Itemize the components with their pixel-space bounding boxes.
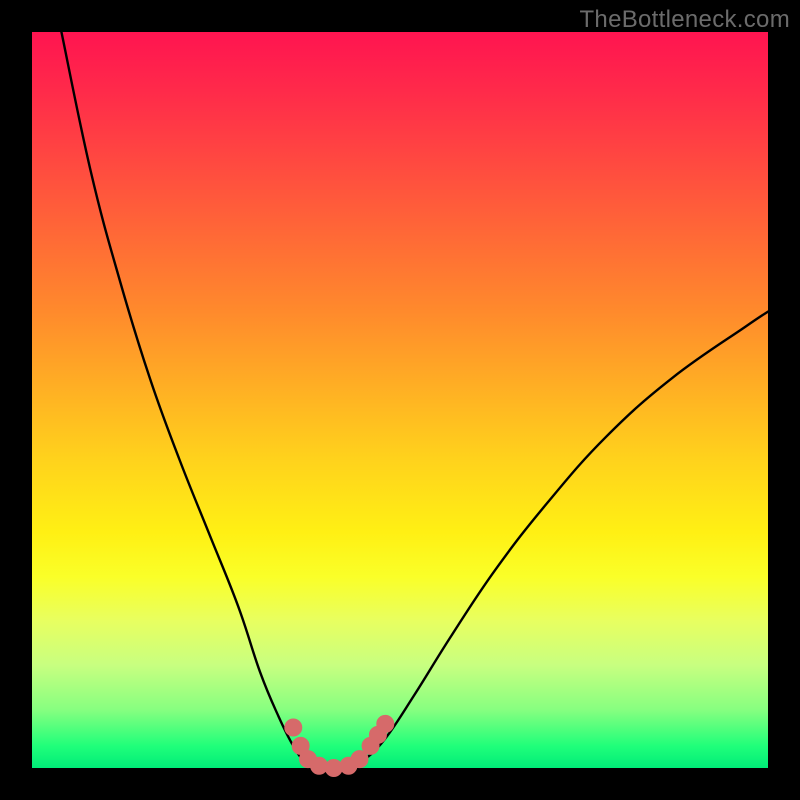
valley-marker [325,760,342,777]
chart-svg [0,0,800,800]
valley-marker [311,757,328,774]
bottleneck-curve [61,32,768,769]
valley-marker [285,719,302,736]
outer-frame: TheBottleneck.com [0,0,800,800]
valley-marker [377,715,394,732]
valley-markers [285,715,394,776]
watermark-text: TheBottleneck.com [579,6,790,34]
